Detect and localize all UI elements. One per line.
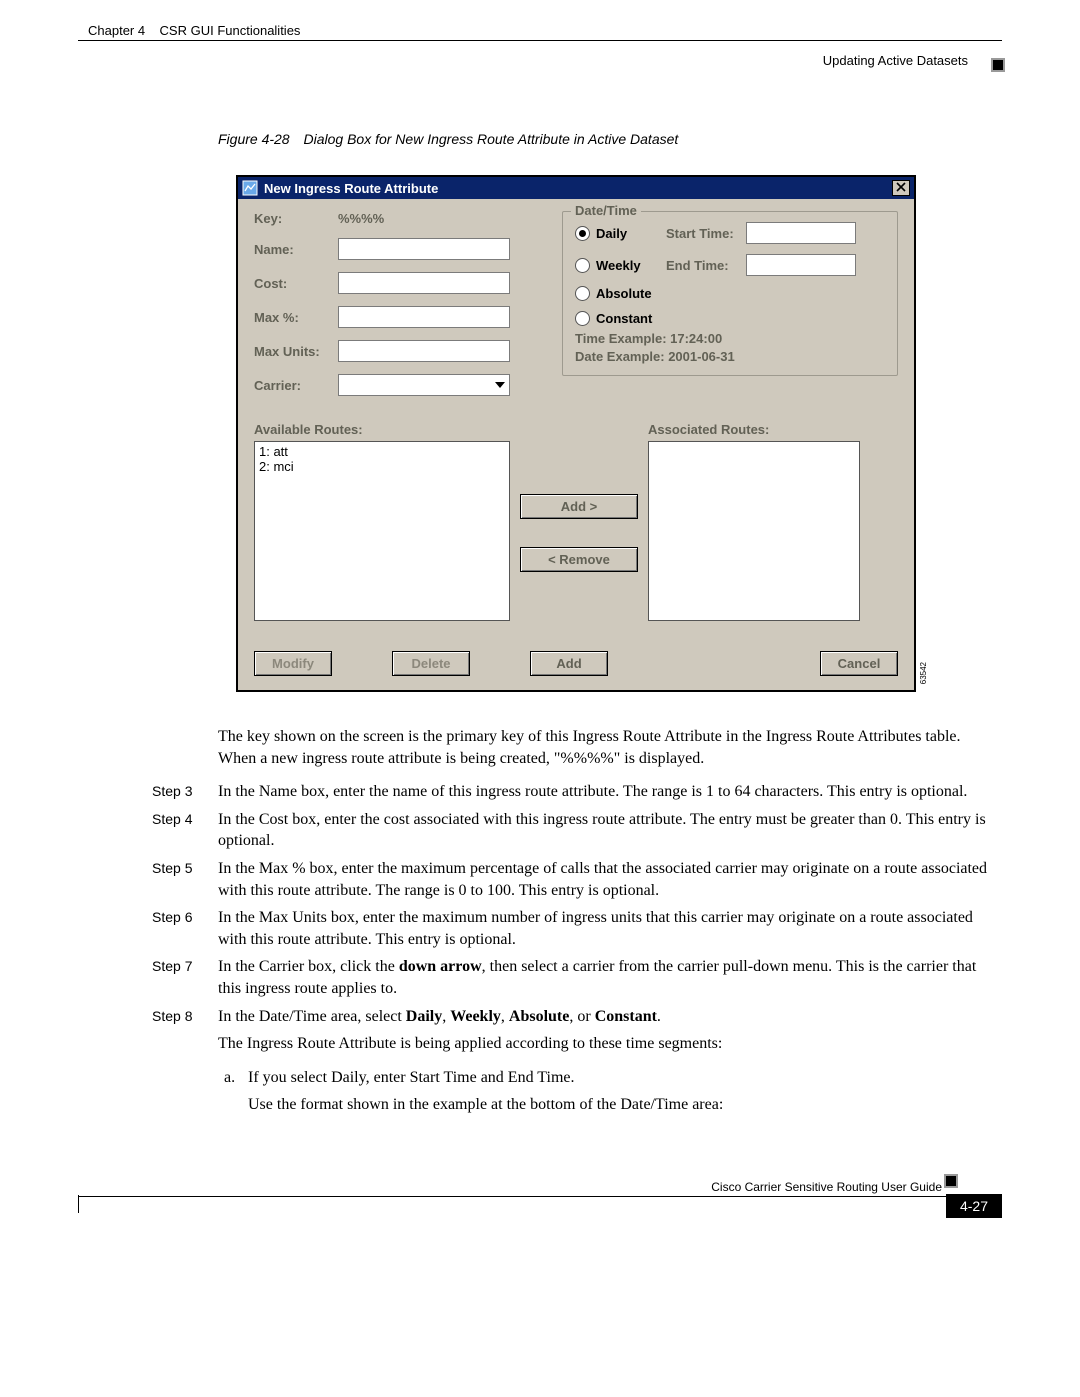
figure-number: Figure 4-28 bbox=[218, 131, 290, 147]
footer: Cisco Carrier Sensitive Routing User Gui… bbox=[78, 1196, 1002, 1197]
label-constant: Constant bbox=[596, 311, 666, 326]
time-example: Time Example: 17:24:00 bbox=[575, 330, 885, 348]
add-button[interactable]: Add bbox=[530, 651, 608, 676]
remove-route-button[interactable]: < Remove bbox=[520, 547, 638, 572]
step5-text: In the Max % box, enter the maximum perc… bbox=[218, 858, 1002, 901]
figure-title: Dialog Box for New Ingress Route Attribu… bbox=[303, 131, 678, 147]
figure-caption: Figure 4-28 Dialog Box for New Ingress R… bbox=[218, 131, 1002, 147]
step7-text: In the Carrier box, click the down arrow… bbox=[218, 956, 1002, 999]
available-routes-list[interactable]: 1: att 2: mci bbox=[254, 441, 510, 621]
step4-label: Step 4 bbox=[152, 809, 218, 852]
datetime-group-title: Date/Time bbox=[571, 203, 641, 218]
step8-b1: Daily bbox=[406, 1008, 442, 1025]
app-icon bbox=[242, 180, 258, 196]
step8-label: Step 8 bbox=[152, 1006, 218, 1028]
step8-b3: Absolute bbox=[509, 1008, 569, 1025]
step5-label: Step 5 bbox=[152, 858, 218, 901]
step4-text: In the Cost box, enter the cost associat… bbox=[218, 809, 1002, 852]
chapter-title: CSR GUI Functionalities bbox=[160, 23, 301, 38]
sub-a2-text: Use the format shown in the example at t… bbox=[248, 1094, 1002, 1116]
radio-weekly[interactable] bbox=[575, 258, 590, 273]
label-name: Name: bbox=[254, 242, 338, 257]
sub-a-label: a. bbox=[224, 1067, 248, 1089]
footer-accent-square bbox=[944, 1174, 958, 1188]
list-item[interactable]: 2: mci bbox=[259, 459, 505, 474]
modify-button[interactable]: Modify bbox=[254, 651, 332, 676]
available-routes-label: Available Routes: bbox=[254, 422, 510, 437]
add-route-button[interactable]: Add > bbox=[520, 494, 638, 519]
step8-after: The Ingress Route Attribute is being app… bbox=[218, 1033, 1002, 1055]
chevron-down-icon bbox=[495, 382, 505, 388]
input-maxunits[interactable] bbox=[338, 340, 510, 362]
step7-pre: In the Carrier box, click the bbox=[218, 958, 399, 975]
header-section: Updating Active Datasets bbox=[823, 53, 968, 68]
delete-button[interactable]: Delete bbox=[392, 651, 470, 676]
list-item[interactable]: 1: att bbox=[259, 444, 505, 459]
image-number: 63542 bbox=[919, 662, 928, 684]
label-start-time: Start Time: bbox=[666, 226, 746, 241]
chapter-num: Chapter 4 bbox=[88, 23, 145, 38]
radio-constant[interactable] bbox=[575, 311, 590, 326]
radio-daily[interactable] bbox=[575, 226, 590, 241]
select-carrier[interactable] bbox=[338, 374, 510, 396]
step6-label: Step 6 bbox=[152, 907, 218, 950]
intro-paragraph: The key shown on the screen is the prima… bbox=[218, 726, 1002, 769]
footer-left-tick bbox=[78, 1195, 79, 1213]
step8-pre: In the Date/Time area, select bbox=[218, 1008, 406, 1025]
step6-text: In the Max Units box, enter the maximum … bbox=[218, 907, 1002, 950]
header-rule: Chapter 4 CSR GUI Functionalities Updati… bbox=[78, 40, 1002, 41]
step3-text: In the Name box, enter the name of this … bbox=[218, 781, 1002, 803]
header-chapter: Chapter 4 CSR GUI Functionalities bbox=[88, 23, 300, 38]
footer-guide: Cisco Carrier Sensitive Routing User Gui… bbox=[711, 1180, 942, 1194]
value-key: %%%% bbox=[338, 211, 384, 226]
step8-text: In the Date/Time area, select Daily, Wee… bbox=[218, 1006, 1002, 1028]
footer-page: 4-27 bbox=[946, 1194, 1002, 1218]
label-maxpct: Max %: bbox=[254, 310, 338, 325]
label-maxunits: Max Units: bbox=[254, 344, 338, 359]
dialog-window: New Ingress Route Attribute Key: %%%% Na… bbox=[236, 175, 916, 692]
close-button[interactable] bbox=[892, 180, 910, 196]
label-weekly: Weekly bbox=[596, 258, 666, 273]
cancel-button[interactable]: Cancel bbox=[820, 651, 898, 676]
input-name[interactable] bbox=[338, 238, 510, 260]
datetime-group: Date/Time Daily Start Time: Weekly End T bbox=[562, 211, 898, 376]
label-daily: Daily bbox=[596, 226, 666, 241]
step8-b4: Constant bbox=[595, 1008, 657, 1025]
sub-a-text: If you select Daily, enter Start Time an… bbox=[248, 1067, 1002, 1089]
label-key: Key: bbox=[254, 211, 338, 226]
label-absolute: Absolute bbox=[596, 286, 666, 301]
header-accent-square bbox=[991, 58, 1005, 72]
input-cost[interactable] bbox=[338, 272, 510, 294]
radio-absolute[interactable] bbox=[575, 286, 590, 301]
step8-b2: Weekly bbox=[450, 1008, 501, 1025]
associated-routes-list[interactable] bbox=[648, 441, 860, 621]
step3-label: Step 3 bbox=[152, 781, 218, 803]
input-end-time[interactable] bbox=[746, 254, 856, 276]
label-carrier: Carrier: bbox=[254, 378, 338, 393]
date-example: Date Example: 2001-06-31 bbox=[575, 348, 885, 366]
dialog-titlebar: New Ingress Route Attribute bbox=[238, 177, 914, 199]
associated-routes-label: Associated Routes: bbox=[648, 422, 860, 437]
label-cost: Cost: bbox=[254, 276, 338, 291]
label-end-time: End Time: bbox=[666, 258, 746, 273]
dialog-title: New Ingress Route Attribute bbox=[264, 181, 892, 196]
step7-bold: down arrow bbox=[399, 958, 482, 975]
step7-label: Step 7 bbox=[152, 956, 218, 999]
input-maxpct[interactable] bbox=[338, 306, 510, 328]
input-start-time[interactable] bbox=[746, 222, 856, 244]
